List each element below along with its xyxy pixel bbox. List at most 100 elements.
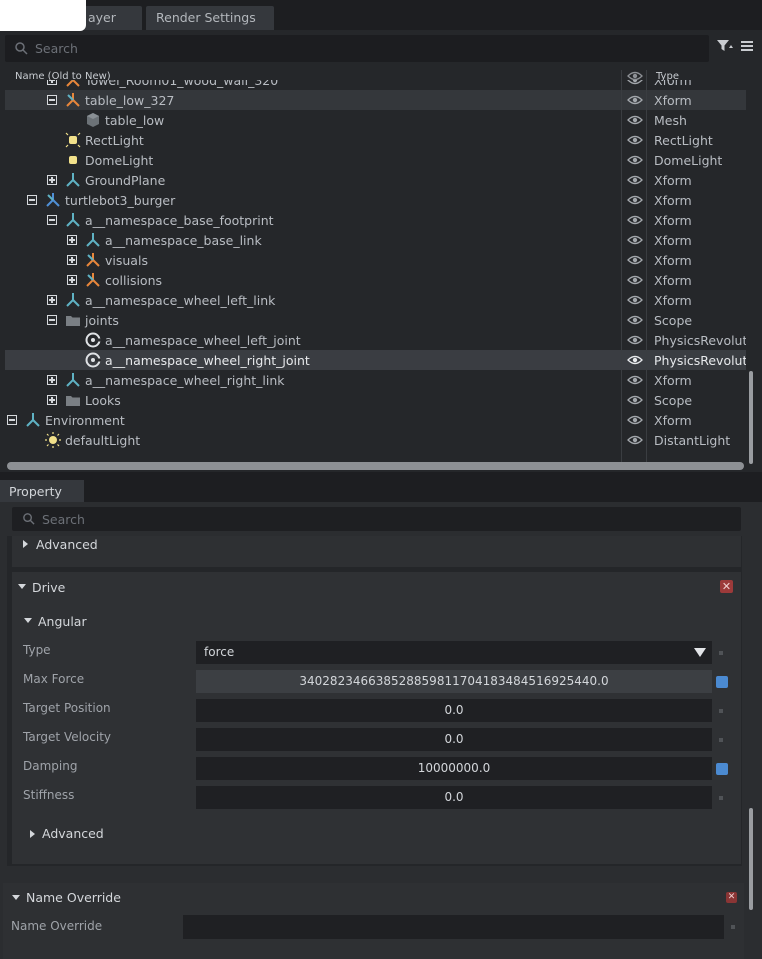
visibility-eye-icon[interactable] xyxy=(627,414,643,426)
tree-row-label: GroundPlane xyxy=(85,173,166,188)
tree-row[interactable]: a__namespace_base_link Xform xyxy=(5,230,746,250)
xform-teal-icon xyxy=(86,233,100,247)
expand-icon[interactable] xyxy=(67,275,77,285)
tree-row[interactable]: a__namespace_wheel_left_link Xform xyxy=(5,290,746,310)
visibility-eye-icon[interactable] xyxy=(627,254,643,266)
visibility-eye-icon[interactable] xyxy=(627,334,643,346)
tree-row-label: joints xyxy=(85,313,119,328)
tree-row-type: Scope xyxy=(654,393,693,408)
modified-indicator[interactable] xyxy=(716,676,728,688)
tree-row[interactable]: a__namespace_base_footprint Xform xyxy=(5,210,746,230)
visibility-eye-icon[interactable] xyxy=(627,214,643,226)
tree-row-label: Looks xyxy=(85,393,121,408)
max-force-field[interactable]: 340282346638528859811704183484516925440.… xyxy=(196,670,712,693)
tree-row[interactable]: a__namespace_wheel_right_link Xform xyxy=(5,370,746,390)
filter-icon[interactable] xyxy=(716,39,734,53)
expand-icon[interactable] xyxy=(47,395,57,405)
target-velocity-field[interactable]: 0.0 xyxy=(196,728,712,751)
advanced-bottom-label[interactable]: Advanced xyxy=(42,826,104,841)
visibility-eye-icon[interactable] xyxy=(627,194,643,206)
target-position-field[interactable]: 0.0 xyxy=(196,699,712,722)
visibility-eye-icon[interactable] xyxy=(627,314,643,326)
tree-row[interactable]: Towel_Room01_wood_wall_320 Xform xyxy=(5,80,746,90)
tree-row[interactable]: visuals Xform xyxy=(5,250,746,270)
property-panel: Search Advanced Drive ✕ Angular Type for… xyxy=(0,502,762,959)
name-override-title[interactable]: Name Override xyxy=(26,890,121,905)
collapse-icon[interactable] xyxy=(7,415,17,425)
tree-row-type: Xform xyxy=(654,293,692,308)
expand-icon[interactable] xyxy=(67,255,77,265)
damping-field[interactable]: 10000000.0 xyxy=(196,757,712,780)
tree-row-type: Xform xyxy=(654,213,692,228)
visibility-eye-icon[interactable] xyxy=(627,274,643,286)
property-search-input[interactable]: Search xyxy=(12,507,741,531)
default-indicator[interactable] xyxy=(719,738,723,742)
tree-row[interactable]: a__namespace_wheel_left_joint PhysicsRevo… xyxy=(5,330,746,350)
tree-row[interactable]: a__namespace_wheel_right_joint PhysicsRev… xyxy=(5,350,746,370)
close-icon[interactable]: ✕ xyxy=(726,892,737,903)
tree-row[interactable]: joints Scope xyxy=(5,310,746,330)
expand-icon[interactable] xyxy=(67,235,77,245)
modified-indicator[interactable] xyxy=(716,763,728,775)
xform-orange-icon xyxy=(86,273,100,287)
visibility-eye-icon[interactable] xyxy=(627,154,643,166)
visibility-eye-icon[interactable] xyxy=(627,80,643,86)
expand-icon[interactable] xyxy=(47,375,57,385)
visibility-eye-icon[interactable] xyxy=(627,434,643,446)
visibility-eye-icon[interactable] xyxy=(627,234,643,246)
tree-row[interactable]: table_low Mesh xyxy=(5,110,746,130)
angular-title[interactable]: Angular xyxy=(38,614,87,629)
collapse-icon[interactable] xyxy=(27,195,37,205)
stiffness-field[interactable]: 0.0 xyxy=(196,786,712,809)
tree-row[interactable]: turtlebot3_burger Xform xyxy=(5,190,746,210)
property-vertical-scrollbar[interactable] xyxy=(749,808,753,910)
tree-row[interactable]: DomeLight DomeLight xyxy=(5,150,746,170)
visibility-eye-icon[interactable] xyxy=(627,394,643,406)
visibility-eye-icon[interactable] xyxy=(627,134,643,146)
collapse-icon[interactable] xyxy=(47,215,57,225)
expand-icon[interactable] xyxy=(47,80,57,85)
tab-property[interactable]: Property xyxy=(0,480,84,504)
close-icon[interactable]: ✕ xyxy=(720,580,733,593)
tree-row[interactable]: Environment Xform xyxy=(5,410,746,430)
chevron-down-icon xyxy=(694,648,706,657)
visibility-eye-icon[interactable] xyxy=(627,94,643,106)
horizontal-scrollbar[interactable] xyxy=(7,462,744,470)
type-select[interactable]: force xyxy=(196,641,712,664)
collapse-down-icon[interactable] xyxy=(24,618,32,623)
name-override-input[interactable] xyxy=(183,915,724,939)
collapse-icon[interactable] xyxy=(47,95,57,105)
expand-icon[interactable] xyxy=(47,175,57,185)
default-indicator[interactable] xyxy=(719,796,723,800)
stage-search-input[interactable]: Search xyxy=(5,35,709,62)
vertical-scrollbar[interactable] xyxy=(749,371,753,464)
xform-orange-icon xyxy=(66,80,80,87)
collapse-down-icon[interactable] xyxy=(18,584,26,589)
tree-row[interactable]: defaultLight DistantLight xyxy=(5,430,746,450)
expand-icon[interactable] xyxy=(47,295,57,305)
menu-icon[interactable] xyxy=(740,40,754,52)
visibility-eye-icon[interactable] xyxy=(627,114,643,126)
tree-row-label: DomeLight xyxy=(85,153,154,168)
visibility-eye-icon[interactable] xyxy=(627,294,643,306)
default-indicator[interactable] xyxy=(719,651,723,655)
visibility-eye-icon[interactable] xyxy=(627,354,643,366)
default-indicator[interactable] xyxy=(731,925,735,929)
white-overlay xyxy=(0,0,86,31)
tree-row-label: defaultLight xyxy=(65,433,141,448)
tree-row[interactable]: RectLight RectLight xyxy=(5,130,746,150)
visibility-eye-icon[interactable] xyxy=(627,374,643,386)
collapse-down-icon[interactable] xyxy=(12,895,20,900)
default-indicator[interactable] xyxy=(719,709,723,713)
tree-row[interactable]: GroundPlane Xform xyxy=(5,170,746,190)
tab-render-settings[interactable]: Render Settings xyxy=(146,6,274,30)
tree-row-label: a__namespace_base_link xyxy=(105,233,262,248)
tree-row[interactable]: Looks Scope xyxy=(5,390,746,410)
collapse-right-icon[interactable] xyxy=(30,830,35,838)
collapse-icon[interactable] xyxy=(47,315,57,325)
visibility-eye-icon[interactable] xyxy=(627,174,643,186)
drive-title[interactable]: Drive xyxy=(32,580,65,595)
tree-row[interactable]: collisions Xform xyxy=(5,270,746,290)
tree-row[interactable]: table_low_327 Xform xyxy=(5,90,746,110)
advanced-top-section[interactable]: Advanced xyxy=(12,536,741,567)
